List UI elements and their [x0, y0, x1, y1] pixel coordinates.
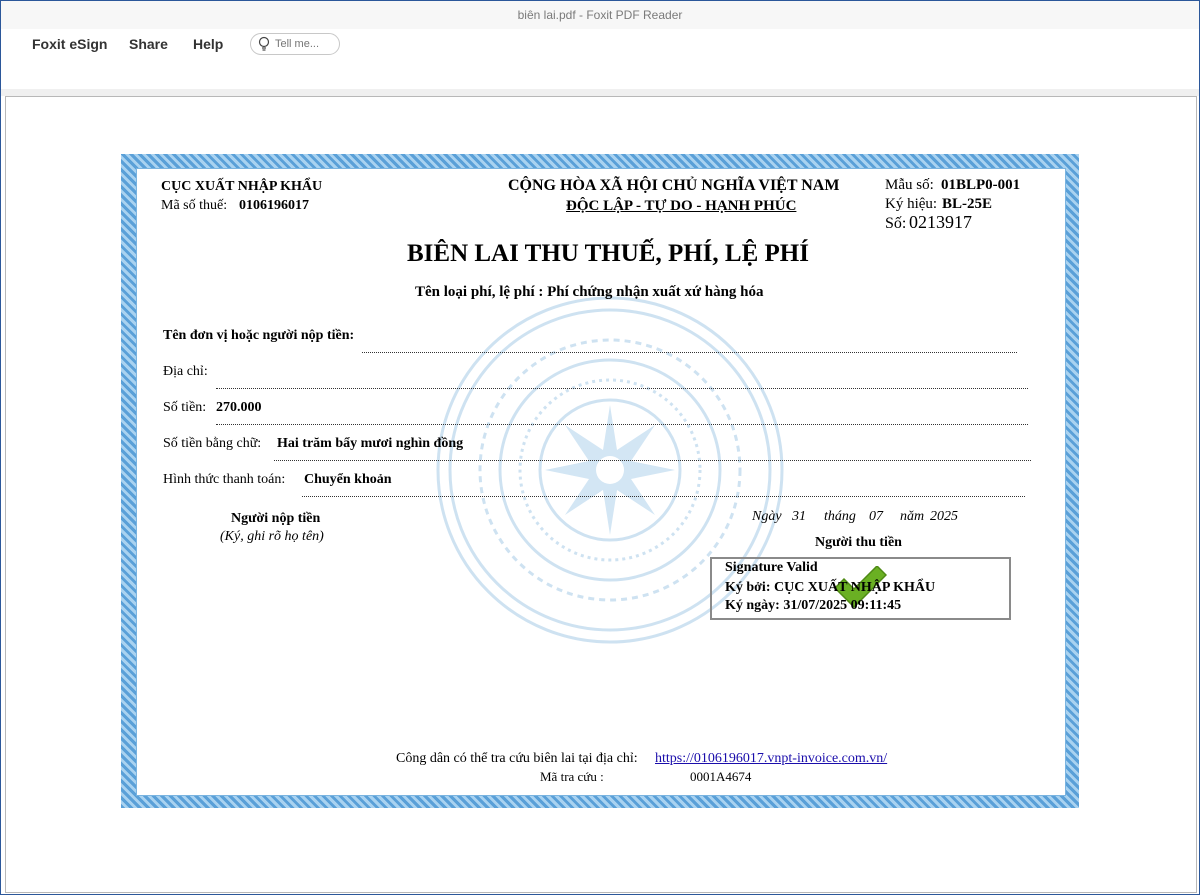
tell-me-box[interactable]	[250, 33, 340, 55]
national-title: CỘNG HÒA XÃ HỘI CHỦ NGHĨA VIỆT NAM	[508, 177, 840, 194]
date-month-label: tháng	[824, 509, 856, 524]
number-label: Số:	[885, 215, 907, 232]
amount-value: 270.000	[216, 400, 262, 415]
symbol-value: BL-25E	[942, 196, 993, 212]
receipt-title: BIÊN LAI THU THUẾ, PHÍ, LỆ PHÍ	[407, 240, 809, 267]
tell-me-input[interactable]	[275, 36, 335, 51]
payment-method-line	[302, 496, 1025, 497]
collector-title: Người thu tiền	[815, 535, 902, 550]
amount-label: Số tiền:	[163, 400, 207, 415]
window-title: biên lai.pdf - Foxit PDF Reader	[1, 1, 1199, 29]
menu-help[interactable]: Help	[193, 36, 223, 52]
payment-method-value: Chuyển khoản	[304, 472, 392, 487]
date-year-label: năm	[900, 509, 925, 524]
date-month: 07	[869, 509, 883, 524]
tax-code-label: Mã số thuế:	[161, 198, 228, 213]
amount-words-value: Hai trăm bẩy mươi nghìn đồng	[277, 436, 464, 451]
date-day-label: Ngày	[752, 509, 782, 524]
lightbulb-icon	[258, 36, 270, 51]
amount-line	[216, 424, 1028, 425]
payer-sign-note: (Ký, ghi rõ họ tên)	[220, 529, 324, 544]
lookup-code-value: 0001A4674	[690, 769, 752, 784]
signature-signed-date: Ký ngày: 31/07/2025 09:11:45	[725, 598, 902, 613]
menu-foxit-esign[interactable]: Foxit eSign	[32, 36, 107, 52]
fee-type: Tên loại phí, lệ phí : Phí chứng nhận xu…	[415, 284, 764, 300]
lookup-text: Công dân có thể tra cứu biên lai tại địa…	[396, 751, 638, 766]
signature-status: Signature Valid	[725, 560, 818, 575]
amount-words-line	[274, 460, 1031, 461]
payer-sign-title: Người nộp tiền	[231, 511, 321, 526]
address-line	[216, 388, 1028, 389]
payer-label: Tên đơn vị hoặc người nộp tiền:	[163, 328, 355, 343]
payment-method-label: Hình thức thanh toán:	[163, 472, 286, 487]
amount-words-label: Số tiền bằng chữ:	[163, 436, 262, 451]
menu-share[interactable]: Share	[129, 36, 168, 52]
form-label: Mẫu số:	[885, 177, 934, 193]
ribbon: Foxit eSign Share Help	[1, 29, 1199, 90]
lookup-url-link[interactable]: https://0106196017.vnpt-invoice.com.vn/	[655, 751, 887, 767]
lookup-code-label: Mã tra cứu :	[540, 769, 604, 784]
symbol-label: Ký hiệu:	[885, 196, 938, 212]
date-day: 31	[792, 509, 806, 524]
date-year: 2025	[930, 509, 958, 524]
issuer-name: CỤC XUẤT NHẬP KHẨU	[161, 179, 323, 194]
ribbon-divider	[1, 89, 1199, 96]
address-label: Địa chỉ:	[163, 364, 208, 379]
payer-line	[362, 352, 1017, 353]
signature-signed-by: Ký bởi: CỤC XUẤT NHẬP KHẨU	[725, 580, 936, 595]
form-value: 01BLP0-001	[941, 177, 1021, 193]
tax-code-value: 0106196017	[239, 198, 309, 213]
national-motto: ĐỘC LẬP - TỰ DO - HẠNH PHÚC	[566, 198, 797, 214]
number-value: 0213917	[909, 212, 972, 232]
